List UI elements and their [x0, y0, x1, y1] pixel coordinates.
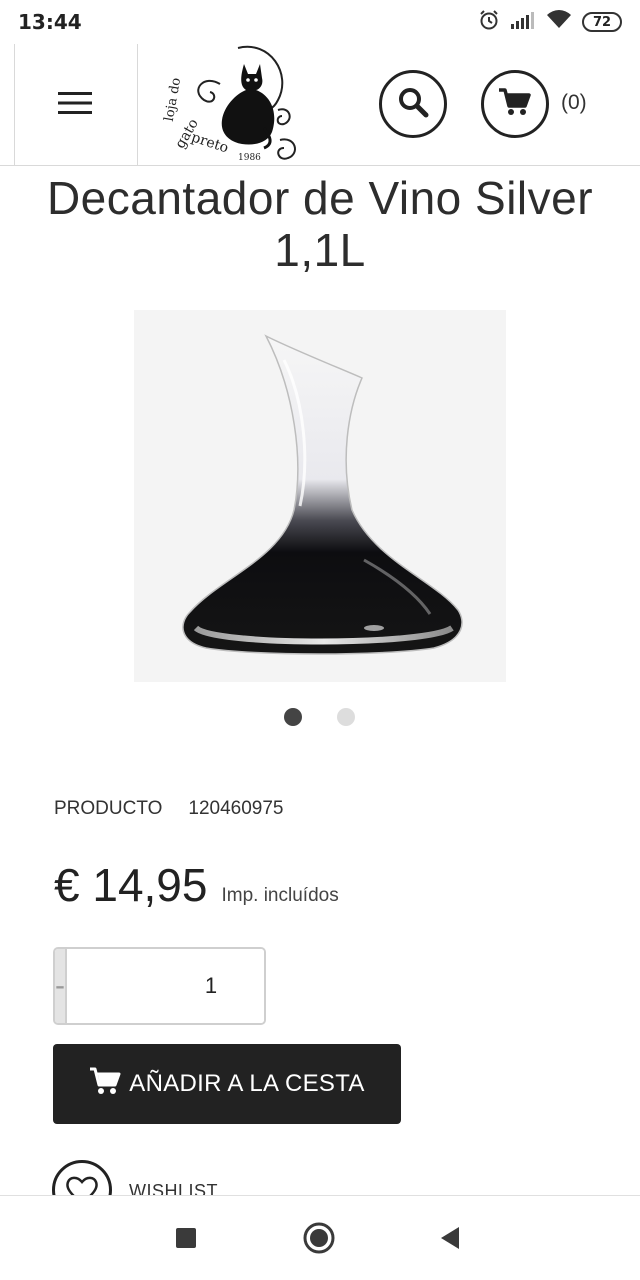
hamburger-menu-icon	[58, 91, 92, 120]
product-reference: PRODUCTO 120460975	[54, 798, 284, 820]
gallery-dots	[0, 708, 640, 728]
search-icon	[397, 86, 429, 123]
product-price: € 14,95	[54, 859, 208, 911]
add-to-cart-button[interactable]: AÑADIR A LA CESTA	[53, 1044, 401, 1124]
heart-icon	[52, 1160, 112, 1196]
tax-note: Imp. incluídos	[221, 885, 339, 906]
price-row: € 14,95 Imp. incluídos	[54, 858, 339, 912]
reference-label: PRODUCTO	[54, 798, 163, 819]
cart-button[interactable]	[481, 70, 549, 138]
status-bar: 13:44 72	[0, 0, 640, 44]
cart-count[interactable]: (0)	[561, 91, 587, 115]
header-divider	[137, 44, 138, 165]
site-header: loja do gato preto 1986 (0)	[0, 44, 640, 166]
search-button[interactable]	[379, 70, 447, 138]
reference-value: 120460975	[188, 798, 284, 819]
gallery-dot[interactable]	[337, 708, 355, 726]
recent-apps-button[interactable]	[168, 1222, 204, 1258]
status-time: 13:44	[18, 10, 82, 34]
header-divider	[14, 44, 15, 165]
wishlist-label: WISHLIST	[129, 1181, 219, 1196]
wifi-icon	[546, 9, 572, 35]
cart-icon	[498, 87, 532, 122]
alarm-icon	[478, 9, 500, 36]
triangle-back-icon	[439, 1226, 461, 1255]
square-recent-icon	[175, 1227, 197, 1254]
back-button[interactable]	[432, 1222, 468, 1258]
status-icons: 72	[478, 9, 622, 35]
decanter-image	[182, 334, 463, 655]
product-title: Decantador de Vino Silver 1,1L	[46, 172, 594, 276]
logo[interactable]: loja do gato preto 1986	[160, 44, 305, 166]
menu-button[interactable]	[40, 80, 110, 130]
battery-icon: 72	[582, 12, 622, 32]
add-to-cart-label: AÑADIR A LA CESTA	[129, 1070, 365, 1097]
signal-icon	[510, 10, 536, 35]
quantity-input[interactable]	[65, 949, 264, 1023]
quantity-stepper: - +	[53, 947, 266, 1025]
svg-text:preto: preto	[189, 129, 230, 156]
product-image[interactable]	[134, 310, 506, 682]
gallery-dot-active[interactable]	[284, 708, 302, 726]
svg-text:loja do: loja do	[162, 76, 184, 122]
quantity-decrease-button[interactable]: -	[55, 949, 65, 1023]
cart-icon	[89, 1066, 121, 1103]
svg-text:1986: 1986	[238, 153, 261, 163]
home-button[interactable]	[301, 1222, 337, 1258]
system-nav-bar	[0, 1195, 640, 1280]
wishlist-button[interactable]: WISHLIST	[52, 1160, 312, 1196]
gato-preto-logo: loja do gato preto 1986	[162, 45, 296, 163]
circle-home-icon	[302, 1221, 336, 1260]
